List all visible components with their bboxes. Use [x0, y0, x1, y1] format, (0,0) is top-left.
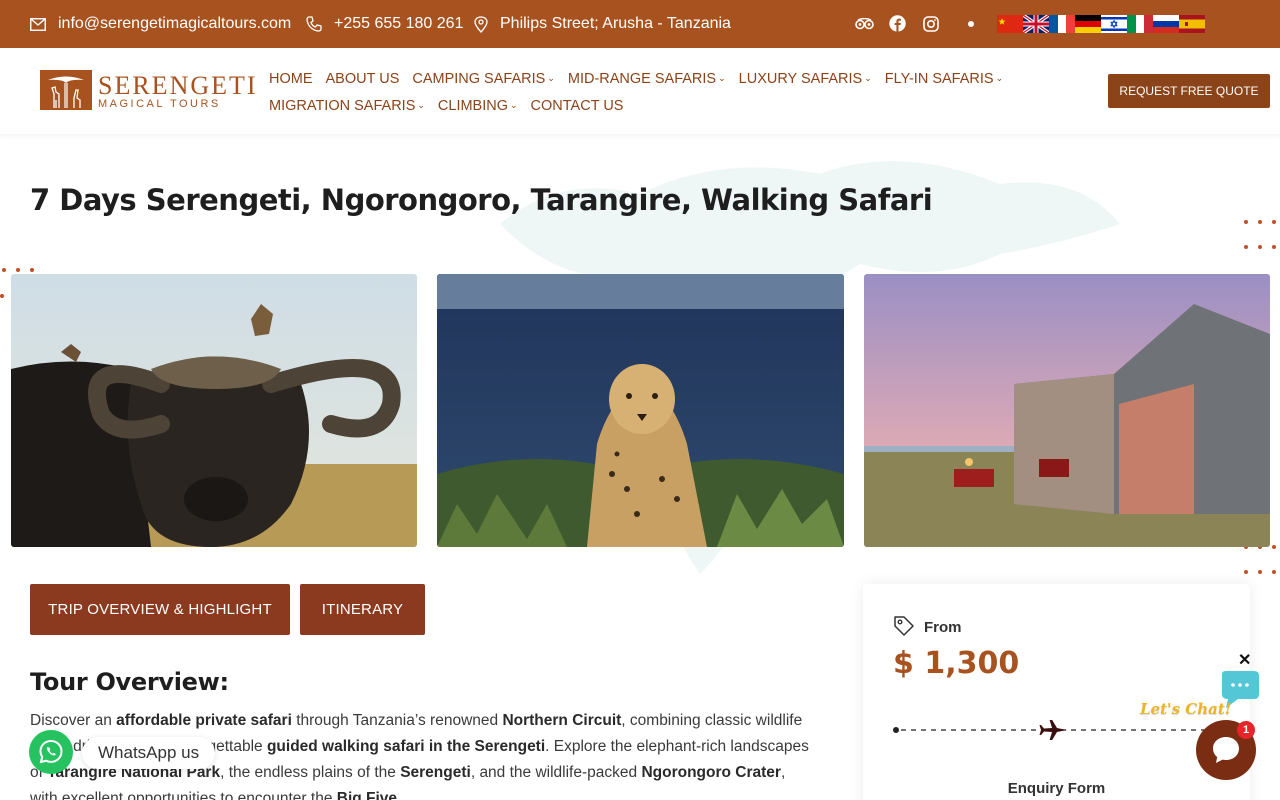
nav-fly-in-label: FLY-IN SAFARIS	[884, 70, 994, 87]
address-text: Philips Street; Arusha - Tanzania	[500, 15, 731, 32]
nav-home-label: HOME	[269, 70, 313, 87]
whatsapp-label[interactable]: WhatsApp us	[82, 737, 216, 769]
text-span: , combining classic wildlife	[621, 712, 803, 729]
chevron-down-icon: ⌄	[510, 100, 518, 110]
price-tag-icon	[894, 616, 914, 636]
tripadvisor-icon[interactable]	[855, 14, 874, 33]
nav-mid-range-label: MID-RANGE SAFARIS	[567, 70, 717, 87]
site-logo[interactable]: SERENGETI MAGICAL TOURS	[40, 70, 256, 112]
chat-close-icon[interactable]: ✕	[1238, 650, 1251, 670]
text-bold: Northern Circuit	[502, 712, 622, 729]
text-bold: guided walking safari in the Serengeti	[266, 738, 546, 755]
flag-spain-icon[interactable]	[1179, 15, 1205, 33]
map-pin-icon	[474, 15, 488, 33]
overview-line-1: Discover an affordable private safari th…	[30, 708, 830, 734]
logo-subtitle: MAGICAL TOURS	[98, 98, 221, 110]
email-link[interactable]: info@serengetimagicaltours.com	[30, 0, 291, 48]
nav-climbing[interactable]: CLIMBING ⌄	[438, 98, 518, 114]
nav-about-label: ABOUT US	[325, 70, 400, 87]
text-span: .	[397, 790, 402, 800]
phone-text: +255 655 180 261	[334, 15, 464, 32]
chevron-down-icon: ⌄	[417, 100, 425, 110]
whatsapp-button[interactable]	[29, 730, 73, 774]
flag-uk-icon[interactable]	[1023, 15, 1049, 33]
whatsapp-icon	[39, 739, 63, 764]
logo-title: SERENGETI	[98, 71, 258, 100]
text-span: with excellent opportunities to encounte…	[30, 790, 337, 800]
gallery-photo-cheetah[interactable]	[437, 274, 844, 547]
flag-israel-icon[interactable]	[1101, 15, 1127, 33]
gallery-photo-buffalo[interactable]	[11, 274, 417, 547]
tab-trip-overview[interactable]: TRIP OVERVIEW & HIGHLIGHT	[30, 584, 290, 635]
nav-migration-safaris[interactable]: MIGRATION SAFARIS ⌄	[269, 98, 425, 114]
nav-climbing-label: CLIMBING	[437, 97, 508, 114]
nav-camping-safaris[interactable]: CAMPING SAFARIS ⌄	[412, 71, 555, 87]
nav-migration-label: MIGRATION SAFARIS	[269, 97, 416, 114]
chat-icon	[1213, 737, 1239, 763]
nav-row-1: HOME ABOUT US CAMPING SAFARIS ⌄ MID-RANGE…	[269, 65, 1069, 92]
envelope-icon	[30, 17, 46, 31]
nav-mid-range-safaris[interactable]: MID-RANGE SAFARIS ⌄	[568, 71, 726, 87]
gallery-photo-camp-tent[interactable]	[864, 274, 1270, 547]
nav-contact-us[interactable]: CONTACT US	[531, 98, 624, 114]
main-header: SERENGETI MAGICAL TOURS HOME ABOUT US CA…	[0, 48, 1280, 134]
price-card: From $ 1,300 Enquiry Form	[863, 584, 1250, 800]
price-value: $ 1,300	[893, 646, 1020, 681]
chevron-down-icon: ⌄	[995, 73, 1004, 83]
top-bar: info@serengetimagicaltours.com +255 655 …	[0, 0, 1280, 48]
text-span: . Explore the elephant-rich landscapes	[545, 738, 809, 755]
nav-fly-in-safaris[interactable]: FLY-IN SAFARIS ⌄	[885, 71, 1003, 87]
email-text: info@serengetimagicaltours.com	[58, 15, 292, 32]
text-bold: affordable private safari	[116, 712, 292, 729]
flag-germany-icon[interactable]	[1075, 15, 1101, 33]
price-from-label: From	[924, 619, 962, 636]
chevron-down-icon: ⌄	[718, 73, 726, 83]
enquiry-form-heading: Enquiry Form	[1007, 780, 1106, 797]
facebook-icon[interactable]	[888, 14, 907, 33]
decorative-dots-right-bottom	[1240, 545, 1280, 585]
separator-dot	[968, 21, 974, 27]
instagram-icon[interactable]	[921, 14, 940, 33]
tour-overview-heading: Tour Overview:	[30, 668, 229, 696]
nav-about-us[interactable]: ABOUT US	[326, 71, 400, 87]
nav-contact-label: CONTACT US	[530, 97, 624, 114]
flag-china-icon[interactable]	[997, 15, 1023, 33]
chat-tagline: Let's Chat!	[1140, 700, 1232, 718]
text-span: , the endless plains of the	[220, 764, 401, 781]
flag-russia-icon[interactable]	[1153, 15, 1179, 33]
text-span: through Tanzania’s renowned	[291, 712, 503, 729]
language-flags	[997, 15, 1205, 33]
nav-row-2: MIGRATION SAFARIS ⌄ CLIMBING ⌄ CONTACT US	[269, 92, 1069, 119]
chat-unread-badge: 1	[1237, 721, 1255, 739]
text-bold: Ngorongoro Crater	[641, 764, 781, 781]
text-bold: Big Five	[336, 790, 398, 800]
request-quote-button[interactable]: REQUEST FREE QUOTE	[1108, 74, 1270, 108]
chevron-down-icon: ⌄	[864, 73, 872, 83]
airplane-route-icon	[893, 720, 1211, 740]
nav-camping-label: CAMPING SAFARIS	[412, 70, 546, 87]
social-links	[855, 14, 940, 33]
overview-line-4: with excellent opportunities to encounte…	[30, 786, 830, 800]
chevron-down-icon: ⌄	[547, 73, 555, 83]
text-span: , and the wildlife-packed	[470, 764, 642, 781]
nav-luxury-safaris[interactable]: LUXURY SAFARIS ⌄	[739, 71, 872, 87]
nav-home[interactable]: HOME	[269, 71, 313, 87]
flag-italy-icon[interactable]	[1127, 15, 1153, 33]
text-bold: Serengeti	[400, 764, 471, 781]
page-title: 7 Days Serengeti, Ngorongoro, Tarangire,…	[30, 183, 933, 217]
phone-link[interactable]: +255 655 180 261	[306, 0, 463, 48]
main-nav: HOME ABOUT US CAMPING SAFARIS ⌄ MID-RANGE…	[269, 65, 1069, 119]
address: Philips Street; Arusha - Tanzania	[474, 0, 731, 48]
flag-france-icon[interactable]	[1049, 15, 1075, 33]
text-span: ,	[780, 764, 786, 781]
phone-icon	[306, 16, 322, 32]
nav-luxury-label: LUXURY SAFARIS	[738, 70, 863, 87]
acacia-giraffe-logo-icon	[40, 70, 92, 110]
decorative-dots-right-top	[1240, 220, 1280, 260]
text-span: Discover an	[30, 712, 117, 729]
tab-itinerary[interactable]: ITINERARY	[300, 584, 425, 635]
